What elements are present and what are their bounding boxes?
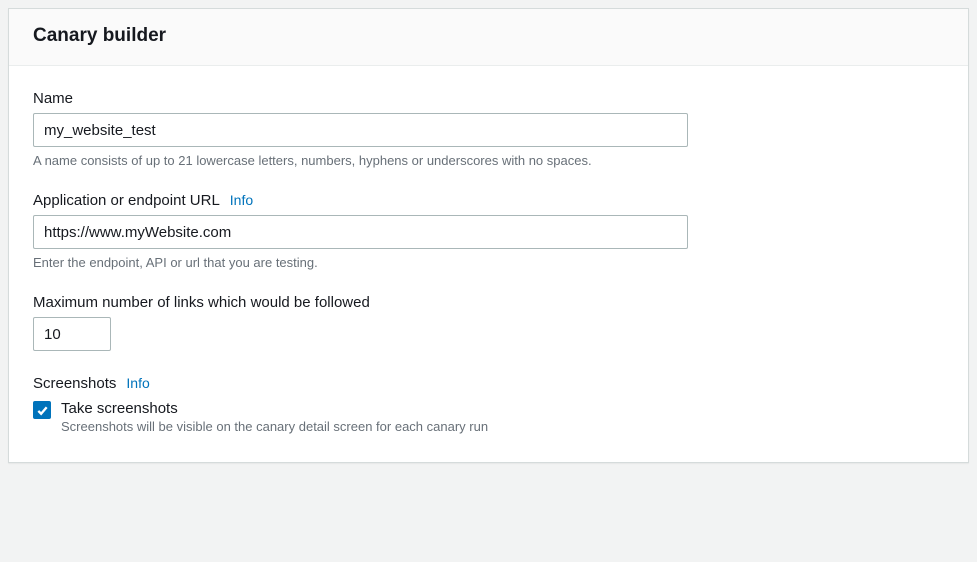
take-screenshots-checkbox[interactable] [33,401,51,419]
screenshots-label: Screenshots [33,375,116,392]
max-links-input[interactable] [33,317,111,351]
field-name: Name A name consists of up to 21 lowerca… [33,90,944,168]
take-screenshots-row: Take screenshots Screenshots will be vis… [33,400,944,434]
take-screenshots-desc: Screenshots will be visible on the canar… [61,419,944,434]
field-endpoint: Application or endpoint URL Info Enter t… [33,192,944,270]
endpoint-info-link[interactable]: Info [230,192,253,208]
checkbox-content: Take screenshots Screenshots will be vis… [61,400,944,434]
name-hint: A name consists of up to 21 lowercase le… [33,153,944,168]
screenshots-label-row: Screenshots Info [33,375,944,392]
max-links-label: Maximum number of links which would be f… [33,294,944,311]
canary-builder-panel: Canary builder Name A name consists of u… [8,8,969,463]
endpoint-hint: Enter the endpoint, API or url that you … [33,255,944,270]
name-label: Name [33,90,944,107]
endpoint-label-row: Application or endpoint URL Info [33,192,944,209]
check-icon [36,404,49,417]
endpoint-input[interactable] [33,215,688,249]
field-screenshots: Screenshots Info Take screenshots Screen… [33,375,944,434]
take-screenshots-label: Take screenshots [61,400,944,417]
panel-body: Name A name consists of up to 21 lowerca… [9,66,968,462]
screenshots-info-link[interactable]: Info [126,375,149,391]
page-title: Canary builder [33,25,944,47]
endpoint-label: Application or endpoint URL [33,192,220,209]
name-input[interactable] [33,113,688,147]
panel-header: Canary builder [9,9,968,66]
field-max-links: Maximum number of links which would be f… [33,294,944,351]
